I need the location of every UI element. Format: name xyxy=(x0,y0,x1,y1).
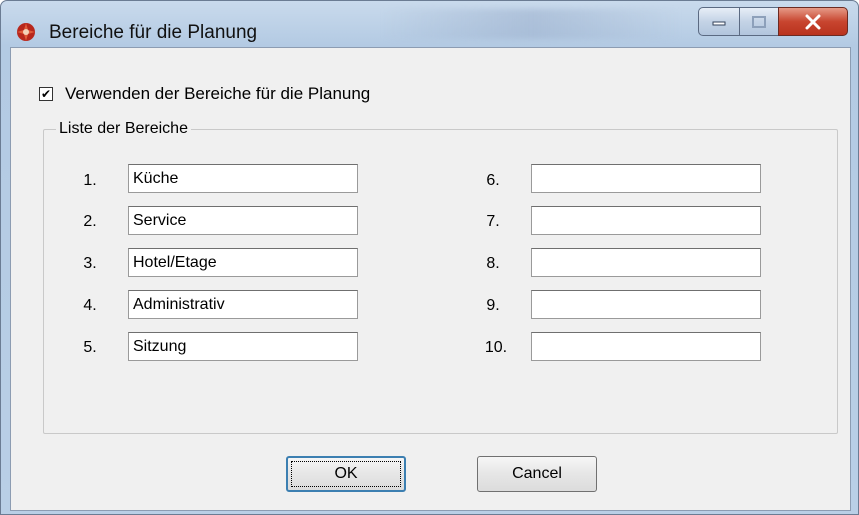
area-number-1: 1. xyxy=(83,172,97,189)
area-field-8[interactable] xyxy=(531,248,761,277)
area-field-9[interactable] xyxy=(531,290,761,319)
maximize-icon xyxy=(740,8,778,35)
area-field-10[interactable] xyxy=(531,332,761,361)
checkmark-icon: ✔ xyxy=(40,87,52,101)
use-areas-label[interactable]: Verwenden der Bereiche für die Planung xyxy=(65,84,370,104)
minimize-button[interactable] xyxy=(698,7,740,36)
close-icon xyxy=(779,8,847,35)
area-field-5[interactable]: Sitzung xyxy=(128,332,358,361)
dialog-client-area: ✔ Verwenden der Bereiche für die Planung… xyxy=(10,47,851,511)
cancel-button[interactable]: Cancel xyxy=(477,456,597,492)
area-number-10: 10. xyxy=(484,339,508,356)
area-number-6: 6. xyxy=(486,172,500,189)
title-bar-glass xyxy=(381,9,681,39)
title-bar[interactable]: Bereiche für die Planung xyxy=(1,1,858,47)
area-number-7: 7. xyxy=(486,213,500,230)
area-number-8: 8. xyxy=(486,255,500,272)
area-number-9: 9. xyxy=(486,297,500,314)
cancel-button-label: Cancel xyxy=(512,465,562,482)
minimize-icon xyxy=(699,8,739,35)
window-title: Bereiche für die Planung xyxy=(49,22,258,43)
area-field-6[interactable] xyxy=(531,164,761,193)
app-icon xyxy=(17,23,35,41)
area-field-4[interactable]: Administrativ xyxy=(128,290,358,319)
area-number-5: 5. xyxy=(83,339,97,356)
area-field-1[interactable]: Küche xyxy=(128,164,358,193)
maximize-button[interactable] xyxy=(739,7,779,36)
area-number-4: 4. xyxy=(83,297,97,314)
area-field-3[interactable]: Hotel/Etage xyxy=(128,248,358,277)
area-number-2: 2. xyxy=(83,213,97,230)
use-areas-checkbox[interactable]: ✔ xyxy=(39,87,53,101)
ok-focus-rect xyxy=(291,461,401,487)
area-number-3: 3. xyxy=(83,255,97,272)
areas-group-legend: Liste der Bereiche xyxy=(59,120,188,137)
ok-button[interactable]: OK xyxy=(286,456,406,492)
area-field-7[interactable] xyxy=(531,206,761,235)
dialog-window: Bereiche für die Planung ✔ Verwenden der… xyxy=(0,0,859,515)
close-button[interactable] xyxy=(778,7,848,36)
area-field-2[interactable]: Service xyxy=(128,206,358,235)
use-areas-option[interactable]: ✔ Verwenden der Bereiche für die Planung xyxy=(39,84,370,104)
